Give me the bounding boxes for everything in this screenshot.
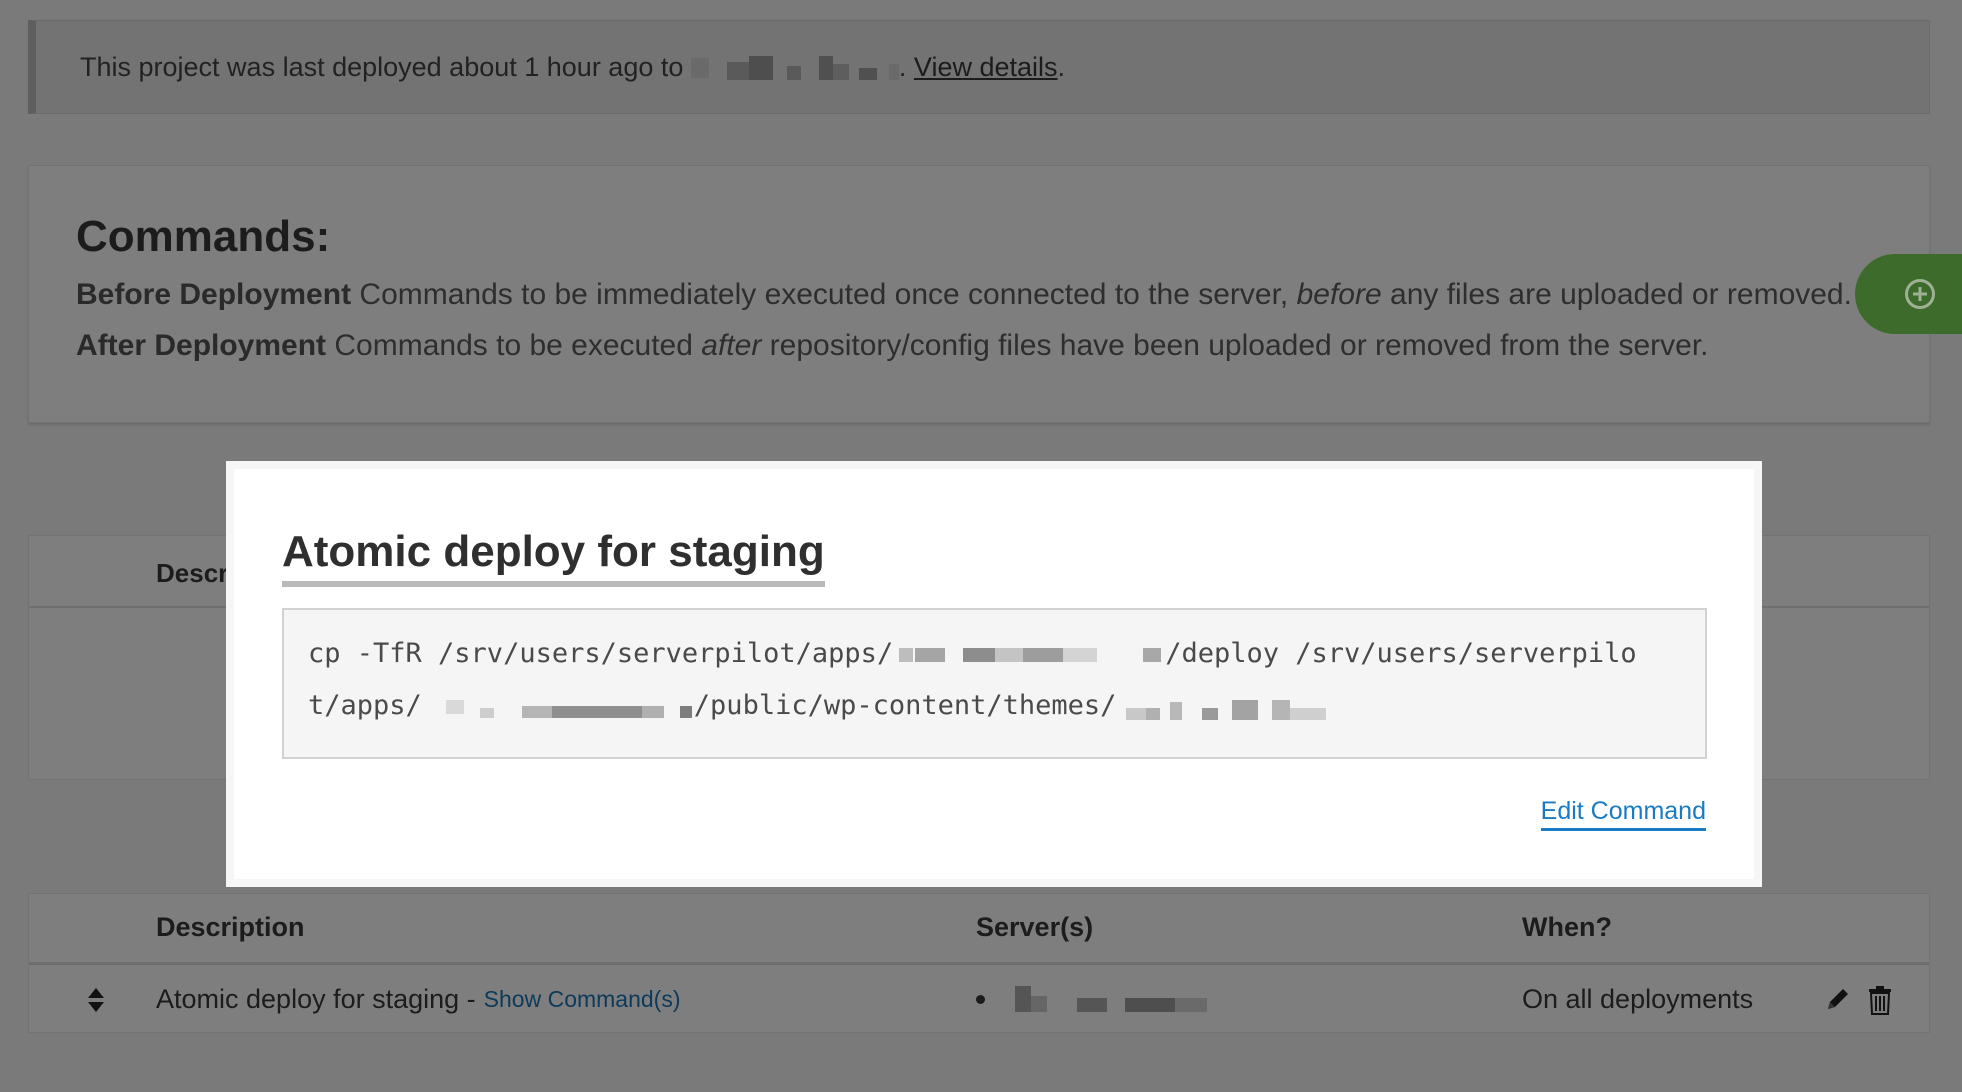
table-header: Description Server(s) When? (29, 894, 1929, 965)
description-cell: Atomic deploy for staging - Show Command… (156, 983, 681, 1014)
before-deployment-line: Before Deployment Commands to be immedia… (76, 278, 1852, 311)
command-code-box: cp -TfR /srv/users/serverpilot/apps/ /de… (282, 608, 1707, 759)
when-cell: On all deployments (1522, 983, 1754, 1014)
plus-circle-icon (1905, 279, 1935, 309)
description-header-partial: Descr (156, 558, 229, 588)
modal-title: Atomic deploy for staging (282, 527, 825, 587)
redacted-app-name (422, 698, 694, 718)
servers-column-header: Server(s) (976, 912, 1094, 942)
when-column-header: When? (1522, 912, 1612, 942)
bullet (976, 994, 985, 1004)
redacted-server-name (1015, 986, 1210, 1012)
command-modal: Atomic deploy for staging cp -TfR /srv/u… (226, 461, 1762, 887)
after-deployment-line: After Deployment Commands to be executed… (76, 329, 1709, 362)
commands-title: Commands: (76, 212, 331, 261)
after-deployment-table: Description Server(s) When? Atomic deplo… (28, 893, 1930, 1033)
table-row: Atomic deploy for staging - Show Command… (29, 965, 1929, 1033)
deploy-notice-text: This project was last deployed about 1 h… (80, 51, 684, 82)
edit-command-link[interactable]: Edit Command (1540, 797, 1706, 831)
command-line-2: t/apps/ /public/wp-content/themes/ (308, 680, 1681, 732)
deploy-notice: This project was last deployed about 1 h… (28, 20, 1930, 114)
servers-cell (976, 965, 1210, 1033)
pencil-icon[interactable] (1824, 985, 1852, 1013)
commands-card: Commands: Before Deployment Commands to … (28, 165, 1930, 423)
redacted-app-name (893, 646, 1165, 664)
view-details-link[interactable]: View details (914, 52, 1058, 83)
redacted-theme-name (1116, 698, 1376, 720)
description-column-header: Description (156, 912, 305, 942)
redacted-server-name (690, 54, 899, 80)
trash-icon[interactable] (1867, 985, 1893, 1015)
show-commands-link[interactable]: Show Command(s) (484, 986, 681, 1013)
add-command-button[interactable] (1855, 254, 1962, 334)
command-line-1: cp -TfR /srv/users/serverpilot/apps/ /de… (308, 638, 1637, 669)
sort-icon[interactable] (85, 985, 107, 1015)
